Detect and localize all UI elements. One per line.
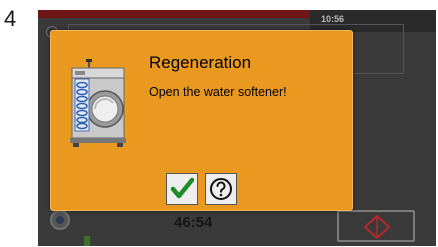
- checkmark-icon: [170, 177, 195, 199]
- step-number: 4: [4, 6, 17, 31]
- diamond-arrow-icon: [363, 215, 391, 239]
- water-softener-machine-icon: [69, 59, 127, 154]
- regeneration-dialog: Regeneration Open the water softener!: [50, 30, 353, 211]
- background-timer: 46:54: [174, 214, 213, 231]
- start-stop-button[interactable]: [337, 210, 415, 242]
- clock: 10:56: [321, 14, 345, 24]
- alarm-bar: [38, 10, 310, 18]
- help-button[interactable]: [205, 173, 237, 205]
- program-icon[interactable]: [50, 210, 70, 230]
- progress-indicator: [84, 236, 90, 246]
- dialog-message: Open the water softener!: [149, 85, 287, 99]
- dialog-title: Regeneration: [149, 53, 252, 72]
- question-mark-icon: [210, 178, 232, 200]
- confirm-button[interactable]: [166, 173, 198, 205]
